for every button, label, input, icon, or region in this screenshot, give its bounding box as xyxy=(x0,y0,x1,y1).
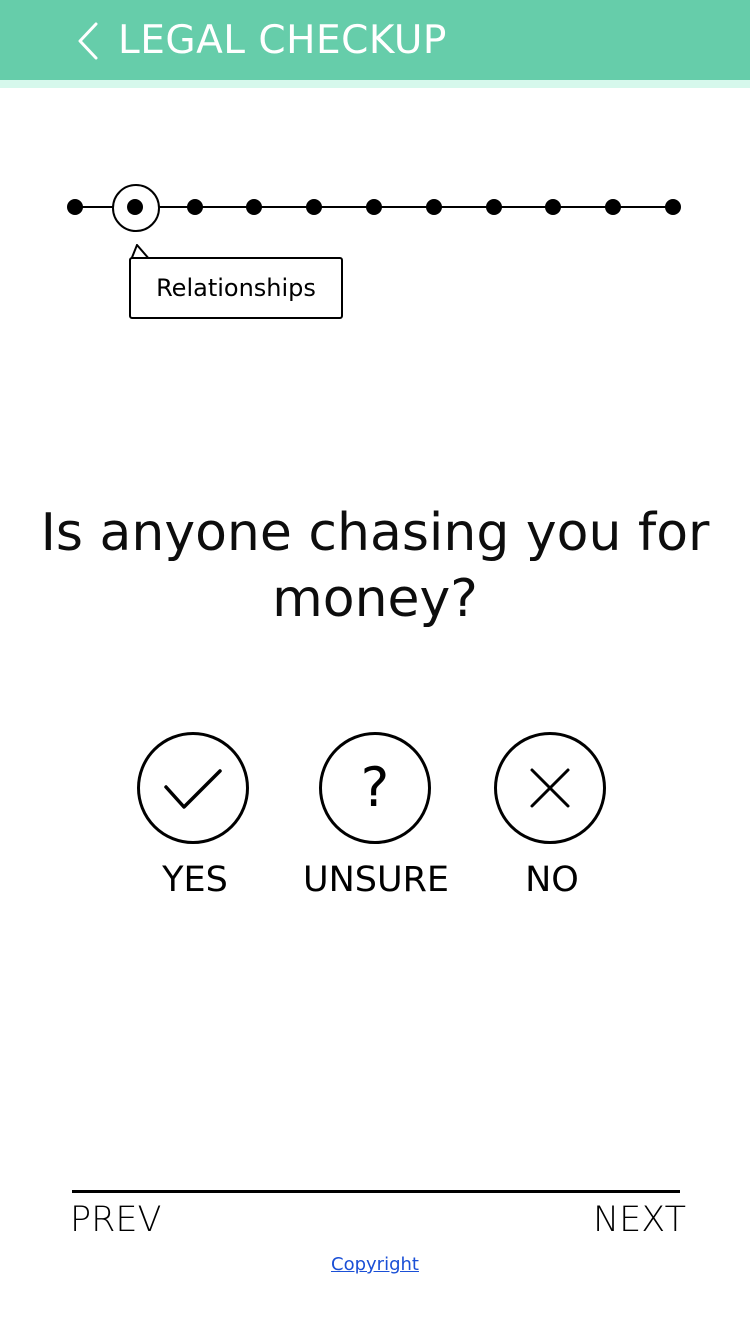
yes-label: YES xyxy=(162,860,228,900)
next-button[interactable]: NEXT xyxy=(593,1198,686,1242)
page-title: LEGAL CHECKUP xyxy=(118,18,447,63)
question-icon: ? xyxy=(360,756,390,819)
copyright-link[interactable]: Copyright xyxy=(0,1254,750,1275)
progress-step-current[interactable] xyxy=(127,199,143,215)
section-label: Relationships xyxy=(156,274,316,302)
unsure-button[interactable]: ? UNSURE xyxy=(296,732,456,907)
legal-checkup-page: LEGAL CHECKUP Relationships Is anyone ch… xyxy=(0,0,750,1334)
progress-step[interactable] xyxy=(366,199,382,215)
section-tooltip: Relationships xyxy=(129,257,343,319)
progress-step[interactable] xyxy=(486,199,502,215)
progress-step[interactable] xyxy=(67,199,83,215)
app-header: LEGAL CHECKUP xyxy=(0,0,750,80)
progress-step[interactable] xyxy=(426,199,442,215)
unsure-label: UNSURE xyxy=(302,860,450,900)
check-icon xyxy=(164,769,222,809)
progress-step[interactable] xyxy=(605,199,621,215)
progress-step[interactable] xyxy=(306,199,322,215)
progress-step[interactable] xyxy=(246,199,262,215)
chevron-left-icon xyxy=(78,22,98,60)
progress-step[interactable] xyxy=(187,199,203,215)
yes-button[interactable]: YES xyxy=(115,732,275,907)
nav-divider xyxy=(72,1190,680,1193)
close-icon xyxy=(530,768,570,808)
no-button[interactable]: NO xyxy=(472,732,632,907)
no-label: NO xyxy=(525,860,579,900)
back-button[interactable] xyxy=(70,18,110,64)
progress-step[interactable] xyxy=(665,199,681,215)
answer-circle xyxy=(137,732,249,844)
answer-circle xyxy=(494,732,606,844)
progress-step[interactable] xyxy=(545,199,561,215)
progress-stepper xyxy=(0,180,750,240)
prev-button[interactable]: PREV xyxy=(70,1198,161,1242)
answer-circle: ? xyxy=(319,732,431,844)
header-divider xyxy=(0,80,750,88)
question-text: Is anyone chasing you for money? xyxy=(40,503,710,629)
